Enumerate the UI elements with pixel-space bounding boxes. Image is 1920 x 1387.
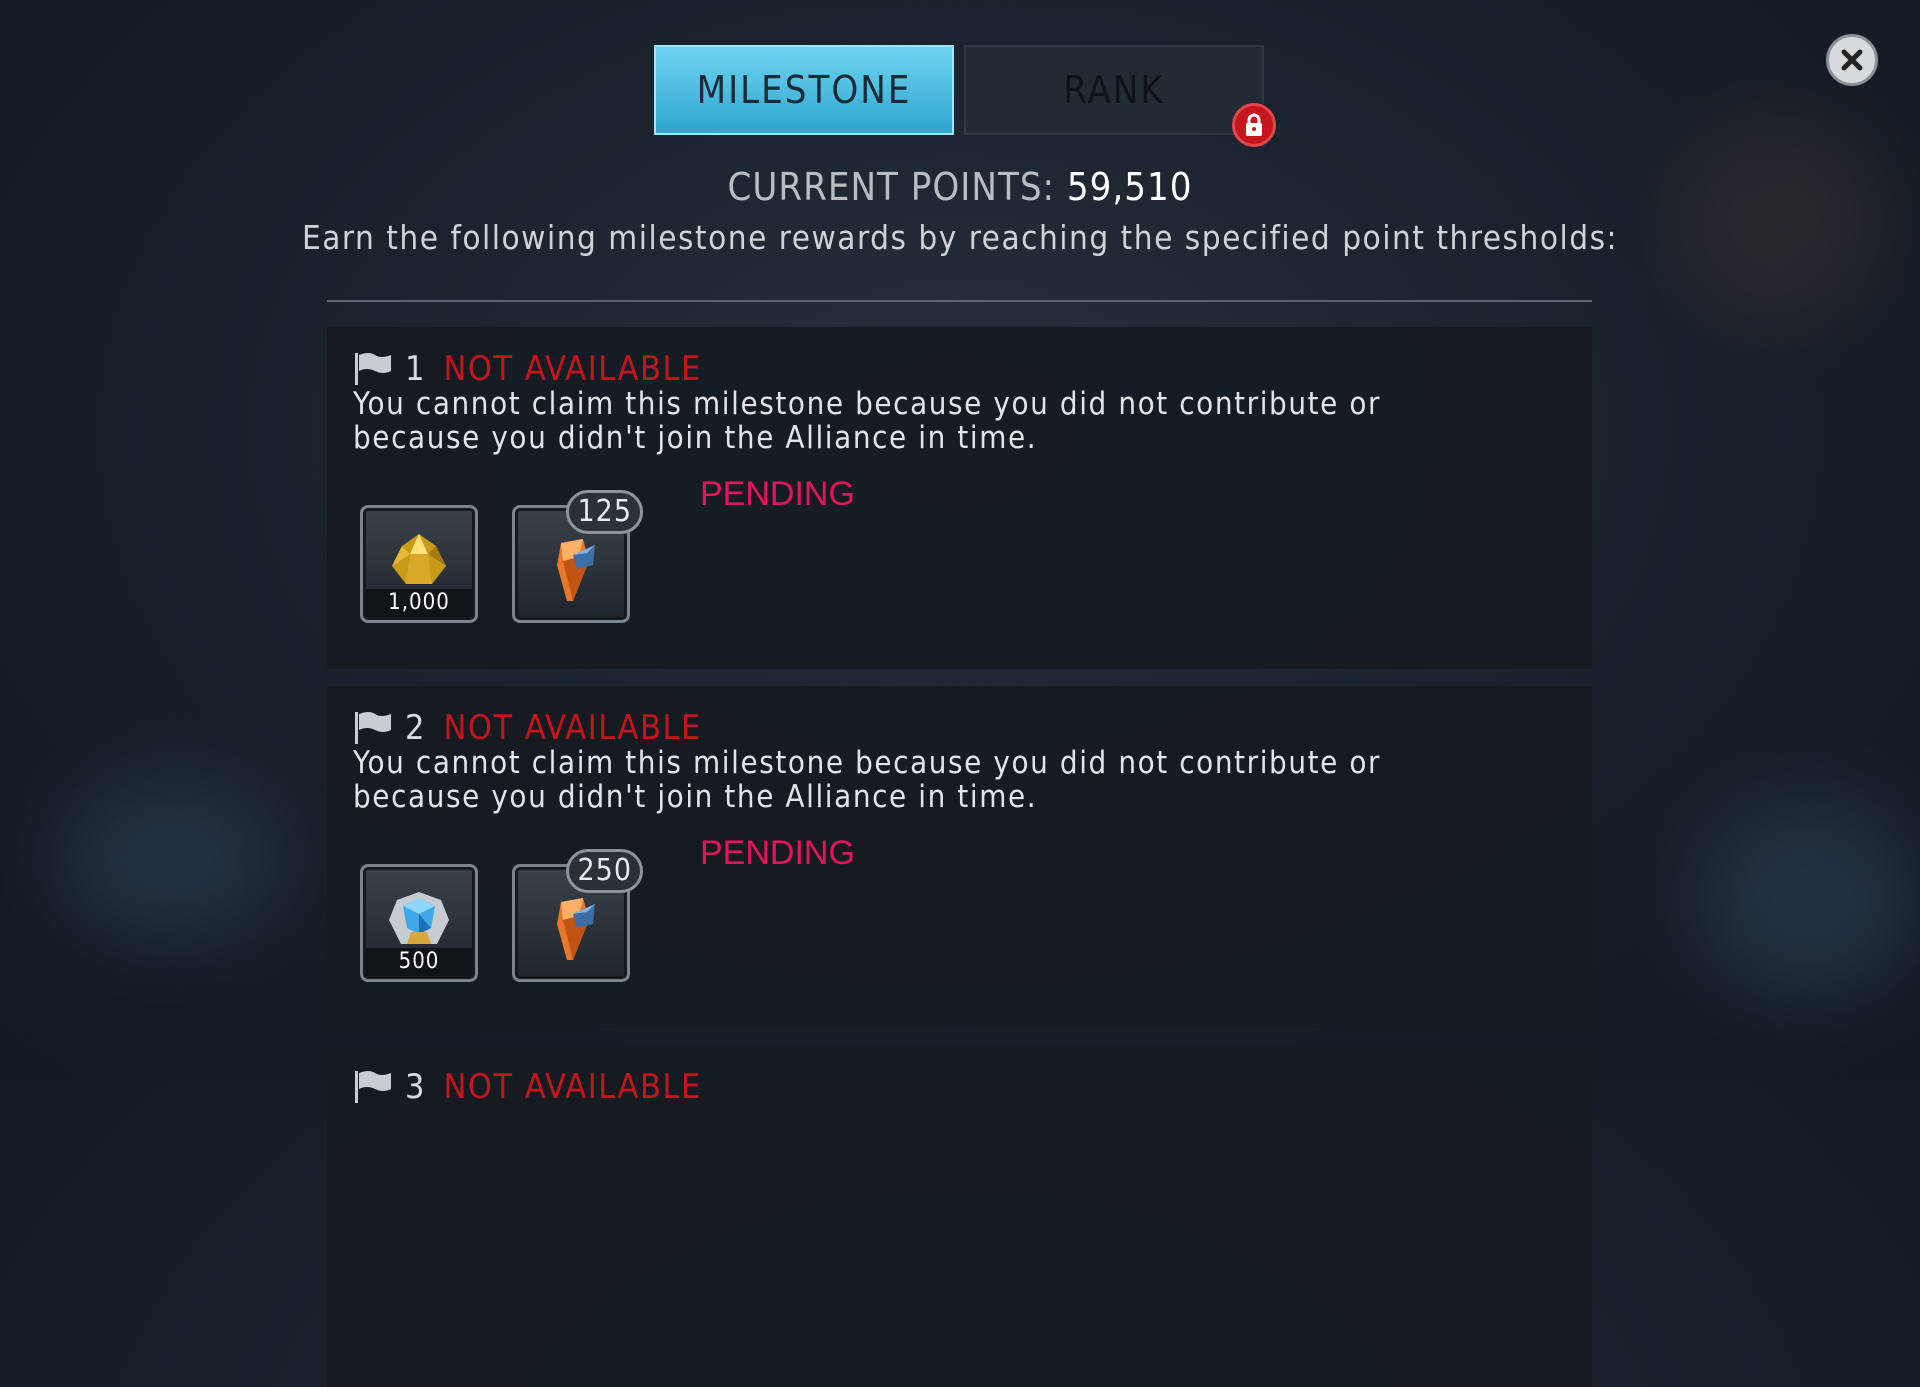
milestone-status: NOT AVAILABLE: [443, 708, 702, 748]
milestone-header: 1 NOT AVAILABLE: [353, 349, 702, 389]
milestone-status: NOT AVAILABLE: [443, 349, 702, 389]
milestone-number: 3: [405, 1067, 426, 1107]
reward-item[interactable]: 250: [512, 849, 643, 982]
gold-ore-icon: [392, 533, 446, 584]
background-glow: [1700, 800, 1920, 1000]
pending-status: PENDING: [700, 834, 855, 872]
reward-quantity: 1,000: [366, 589, 472, 617]
current-points-label: CURRENT POINTS:: [727, 165, 1056, 209]
reward-count-badge: 125: [566, 490, 643, 534]
description-line: because you didn't join the Alliance in …: [353, 779, 1038, 815]
tab-bar: MILESTONE RANK: [654, 45, 1276, 147]
milestone-description: You cannot claim this milestone because …: [353, 746, 1453, 814]
milestone-instructions: Earn the following milestone rewards by …: [301, 218, 1619, 257]
orange-crystal-shard-icon: [557, 897, 595, 960]
milestone-header: 3 NOT AVAILABLE: [353, 1067, 702, 1107]
tab-milestone[interactable]: MILESTONE: [654, 45, 954, 135]
pending-status: PENDING: [700, 475, 855, 513]
milestone-header: 2 NOT AVAILABLE: [353, 708, 702, 748]
milestone-description: You cannot claim this milestone because …: [353, 387, 1453, 455]
flag-icon: [355, 1071, 391, 1103]
lock-icon: [1232, 103, 1276, 147]
reward-count-badge: 250: [566, 849, 643, 893]
tab-milestone-label: MILESTONE: [696, 68, 912, 112]
milestone-card-3: 3 NOT AVAILABLE: [327, 1045, 1592, 1387]
milestone-number: 2: [405, 708, 426, 748]
background-glow: [60, 780, 280, 940]
milestone-card-1: 1 NOT AVAILABLE You cannot claim this mi…: [327, 327, 1592, 669]
close-button[interactable]: [1826, 34, 1878, 86]
tab-rank-label: RANK: [1063, 68, 1165, 112]
milestone-number: 1: [405, 349, 426, 389]
current-points: CURRENT POINTS: 59,510: [0, 165, 1920, 209]
blue-crystal-ore-icon: [389, 891, 449, 944]
description-line: because you didn't join the Alliance in …: [353, 420, 1038, 456]
reward-quantity: 500: [366, 948, 472, 976]
tab-rank[interactable]: RANK: [964, 45, 1276, 147]
current-points-value: 59,510: [1066, 165, 1193, 209]
flag-icon: [355, 353, 391, 385]
orange-crystal-shard-icon: [557, 538, 595, 601]
milestone-card-2: 2 NOT AVAILABLE You cannot claim this mi…: [327, 686, 1592, 1028]
reward-item[interactable]: 1,000: [360, 505, 478, 623]
flag-icon: [355, 712, 391, 744]
description-line: You cannot claim this milestone because …: [353, 745, 1382, 781]
reward-item[interactable]: 500: [360, 864, 478, 982]
description-line: You cannot claim this milestone because …: [353, 386, 1382, 422]
reward-item[interactable]: 125: [512, 490, 643, 623]
divider: [327, 300, 1592, 302]
close-icon: [1841, 49, 1863, 71]
milestone-status: NOT AVAILABLE: [443, 1067, 702, 1107]
